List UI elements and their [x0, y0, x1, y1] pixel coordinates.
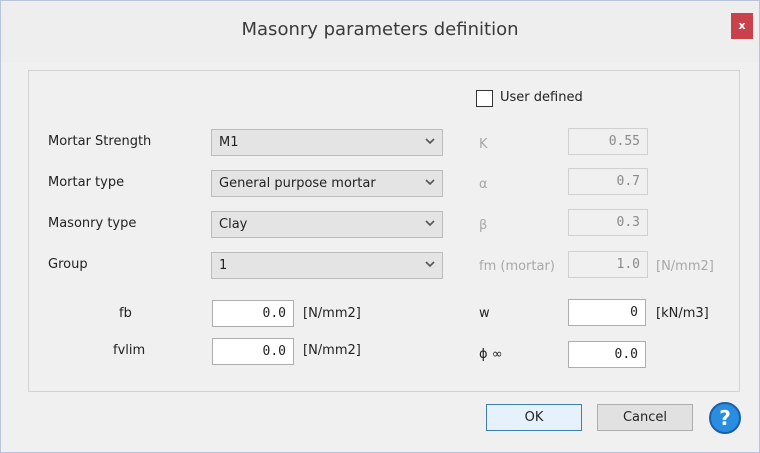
group-value: 1 — [219, 258, 228, 273]
chevron-down-icon — [425, 138, 435, 145]
user-defined-label: User defined — [500, 90, 583, 105]
masonry-type-value: Clay — [219, 217, 248, 232]
mortar-strength-select[interactable]: M1 — [211, 129, 443, 156]
mortar-strength-label: Mortar Strength — [48, 134, 152, 149]
beta-input[interactable]: 0.3 — [568, 209, 648, 236]
alpha-input[interactable]: 0.7 — [568, 168, 648, 195]
chevron-down-icon — [425, 220, 435, 227]
fvlim-input[interactable]: 0.0 — [212, 338, 294, 365]
group-select[interactable]: 1 — [211, 252, 443, 279]
mortar-type-select[interactable]: General purpose mortar — [211, 170, 443, 197]
fvlim-unit: [N/mm2] — [303, 343, 361, 358]
w-label: w — [479, 306, 490, 321]
fm-unit: [N/mm2] — [656, 259, 714, 274]
alpha-label: α — [479, 177, 488, 192]
close-button[interactable]: x — [731, 13, 753, 39]
fb-label: fb — [119, 306, 132, 321]
chevron-down-icon — [425, 179, 435, 186]
phi-label: ϕ ∞ — [479, 347, 503, 362]
dialog-title: Masonry parameters definition — [241, 19, 519, 40]
fm-input[interactable]: 1.0 — [568, 251, 648, 278]
beta-label: β — [479, 218, 488, 233]
title-bar[interactable]: Masonry parameters definition x — [1, 1, 759, 63]
mortar-type-label: Mortar type — [48, 175, 125, 190]
group-label: Group — [48, 257, 88, 272]
masonry-type-select[interactable]: Clay — [211, 211, 443, 238]
user-defined-checkbox[interactable] — [476, 90, 493, 107]
mortar-strength-value: M1 — [219, 135, 239, 150]
k-label: K — [479, 137, 488, 152]
ok-button[interactable]: OK — [486, 404, 582, 431]
dialog-window: Masonry parameters definition x User def… — [0, 0, 760, 453]
help-icon[interactable]: ? — [709, 402, 741, 434]
chevron-down-icon — [425, 261, 435, 268]
fb-unit: [N/mm2] — [303, 306, 361, 321]
fvlim-label: fvlim — [113, 343, 146, 358]
w-unit: [kN/m3] — [656, 306, 709, 321]
cancel-button[interactable]: Cancel — [597, 404, 693, 431]
fm-label: fm (mortar) — [479, 259, 555, 274]
w-input[interactable]: 0 — [568, 299, 646, 326]
k-input[interactable]: 0.55 — [568, 128, 648, 155]
masonry-type-label: Masonry type — [48, 216, 137, 231]
phi-input[interactable]: 0.0 — [568, 341, 646, 368]
fb-input[interactable]: 0.0 — [212, 300, 294, 327]
mortar-type-value: General purpose mortar — [219, 176, 376, 191]
